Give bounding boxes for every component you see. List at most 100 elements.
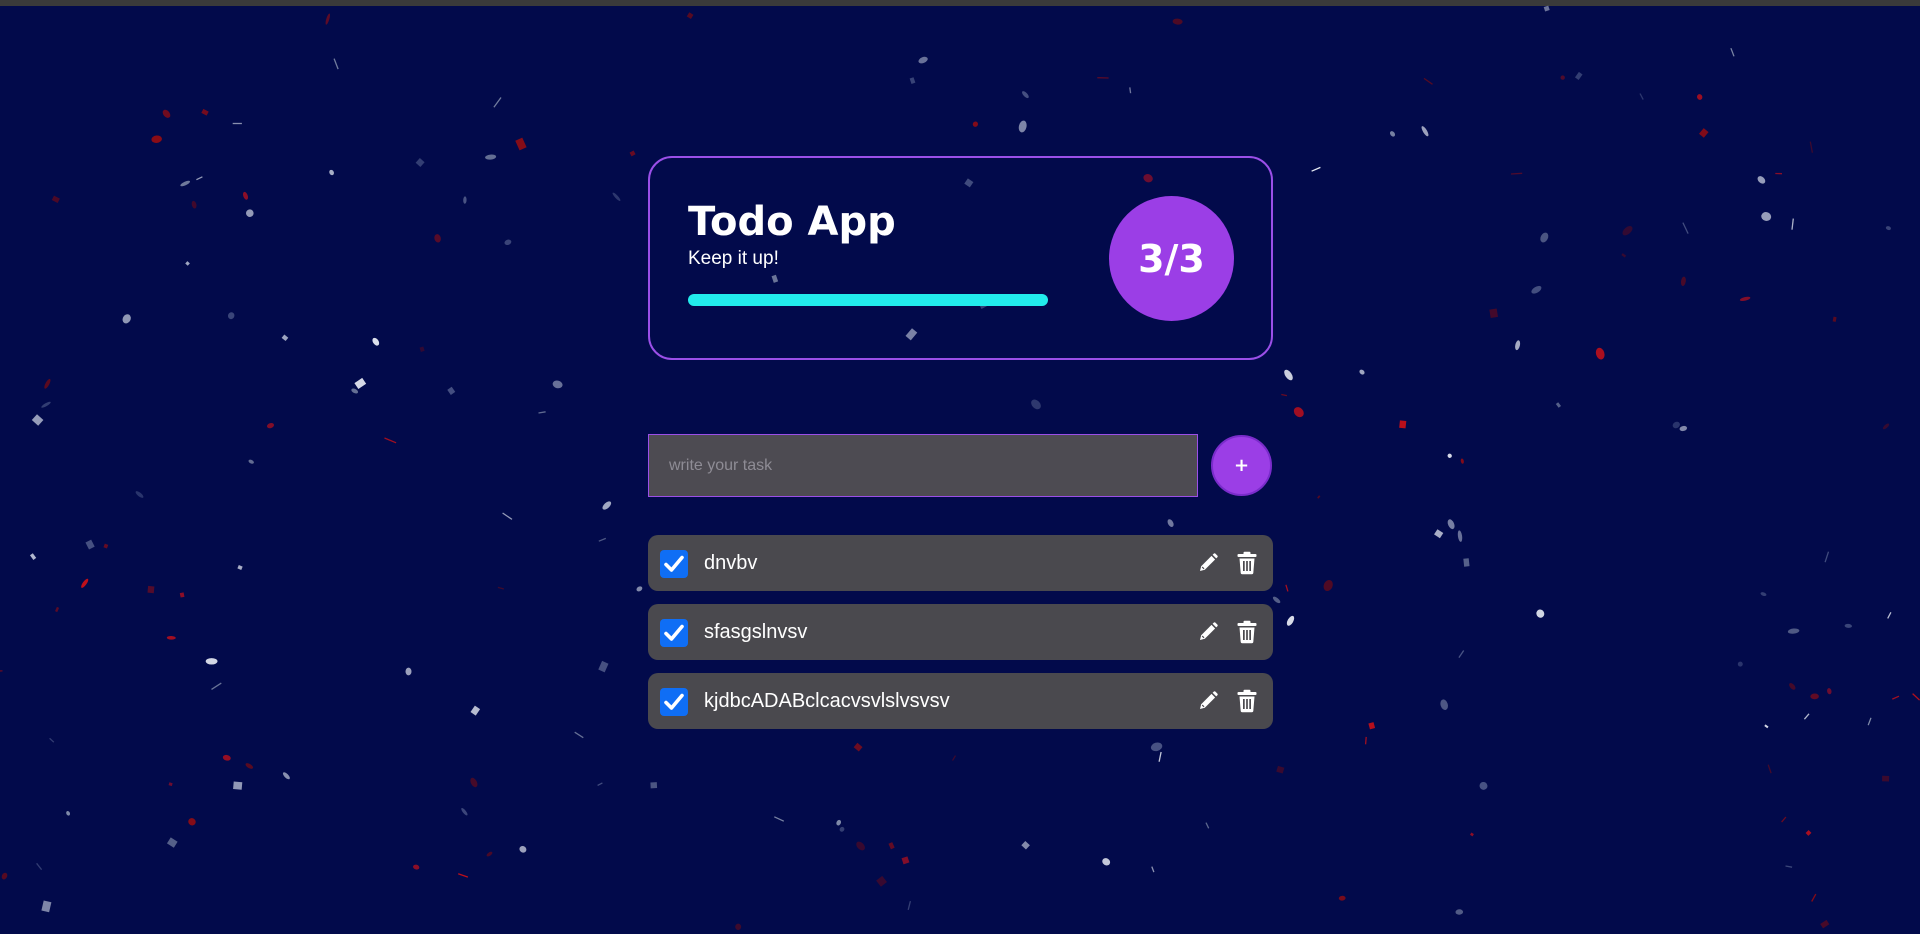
confetti-piece: [1460, 458, 1464, 464]
confetti-piece: [1022, 91, 1029, 99]
app-subtitle: Keep it up!: [688, 248, 779, 269]
confetti-piece: [201, 108, 209, 116]
confetti-piece: [246, 209, 254, 217]
edit-button[interactable]: [1196, 620, 1220, 644]
confetti-piece: [245, 763, 254, 769]
todo-list: dnvbv sfasgslnvsv kjdbcADABclcacvsvlslvs…: [648, 535, 1273, 742]
confetti-piece: [1785, 865, 1793, 868]
confetti-piece: [1730, 47, 1735, 57]
edit-button[interactable]: [1196, 689, 1220, 713]
confetti-piece: [180, 180, 191, 187]
todo-checkbox[interactable]: [660, 619, 688, 647]
confetti-piece: [1434, 529, 1444, 539]
confetti-piece: [598, 537, 607, 542]
confetti-piece: [233, 781, 243, 790]
confetti-piece: [1885, 226, 1891, 231]
todo-app: Todo App Keep it up! 3/3 + dnvbv: [648, 156, 1273, 729]
confetti-piece: [434, 234, 441, 243]
confetti-piece: [188, 818, 196, 826]
confetti-piece: [147, 585, 155, 594]
confetti-piece: [1887, 611, 1892, 619]
confetti-piece: [135, 491, 144, 498]
confetti-piece: [918, 56, 928, 64]
confetti-piece: [31, 414, 44, 426]
confetti-piece: [1167, 519, 1174, 527]
confetti-piece: [907, 900, 912, 911]
confetti-piece: [1832, 316, 1837, 322]
pencil-icon: [1200, 553, 1218, 571]
todo-checkbox[interactable]: [660, 688, 688, 716]
todo-checkbox[interactable]: [660, 550, 688, 578]
confetti-piece: [85, 539, 95, 550]
confetti-piece: [1158, 751, 1162, 762]
confetti-piece: [103, 543, 109, 549]
confetti-piece: [211, 682, 222, 690]
confetti-piece: [598, 660, 609, 673]
confetti-piece: [1810, 693, 1819, 700]
confetti-piece: [574, 731, 584, 739]
confetti-piece: [179, 592, 185, 598]
confetti-piece: [602, 501, 612, 510]
confetti-piece: [1359, 369, 1365, 375]
confetti-piece: [266, 422, 275, 429]
confetti-piece: [329, 169, 334, 176]
confetti-piece: [166, 837, 178, 848]
confetti-piece: [463, 196, 467, 204]
confetti-piece: [191, 200, 197, 209]
confetti-piece: [470, 777, 478, 788]
confetti-piece: [1672, 421, 1680, 429]
confetti-piece: [29, 553, 37, 560]
confetti-piece: [44, 378, 51, 389]
trash-icon: [1237, 551, 1257, 575]
confetti-piece: [1323, 579, 1333, 592]
check-icon: [664, 624, 684, 641]
confetti-piece: [1699, 128, 1709, 138]
confetti-piece: [486, 851, 493, 857]
confetti-piece: [1737, 661, 1743, 667]
confetti-piece: [504, 239, 512, 246]
add-task-form: +: [648, 434, 1273, 498]
edit-button[interactable]: [1196, 551, 1220, 575]
stats-card: Todo App Keep it up! 3/3: [648, 156, 1273, 360]
confetti-piece: [372, 337, 380, 346]
confetti-piece: [1621, 253, 1627, 258]
delete-button[interactable]: [1235, 550, 1259, 576]
confetti-piece: [151, 135, 162, 143]
confetti-piece: [1364, 736, 1367, 745]
confetti-piece: [1423, 77, 1433, 85]
todo-item: kjdbcADABclcacvsvlslvsvsv: [648, 673, 1273, 729]
trash-icon: [1237, 689, 1257, 713]
todo-item: dnvbv: [648, 535, 1273, 591]
confetti-piece: [242, 191, 249, 200]
delete-button[interactable]: [1235, 688, 1259, 714]
confetti-piece: [1, 872, 8, 880]
confetti-piece: [1018, 120, 1027, 133]
confetti-piece: [281, 334, 289, 342]
confetti-piece: [1757, 176, 1766, 184]
confetti-piece: [1639, 93, 1644, 100]
confetti-piece: [1205, 822, 1210, 829]
confetti-piece: [650, 782, 658, 789]
trash-icon: [1237, 620, 1257, 644]
task-input[interactable]: [648, 434, 1198, 497]
confetti-piece: [1844, 623, 1852, 628]
confetti-piece: [1892, 695, 1900, 700]
confetti-piece: [1680, 276, 1686, 286]
confetti-piece: [515, 137, 527, 151]
confetti-piece: [1761, 212, 1772, 221]
delete-button[interactable]: [1235, 619, 1259, 645]
confetti-piece: [597, 782, 603, 786]
confetti-piece: [1622, 226, 1633, 236]
confetti-piece: [1031, 399, 1041, 410]
confetti-piece: [1543, 5, 1550, 12]
confetti-piece: [1021, 840, 1030, 850]
confetti-piece: [1463, 558, 1470, 567]
confetti-piece: [457, 873, 469, 878]
confetti-piece: [1440, 699, 1449, 710]
confetti-piece: [1102, 858, 1111, 866]
confetti-piece: [1150, 742, 1163, 752]
confetti-piece: [1284, 369, 1293, 381]
confetti-piece: [1682, 222, 1689, 234]
confetti-piece: [41, 900, 52, 913]
add-task-button[interactable]: +: [1211, 435, 1272, 496]
